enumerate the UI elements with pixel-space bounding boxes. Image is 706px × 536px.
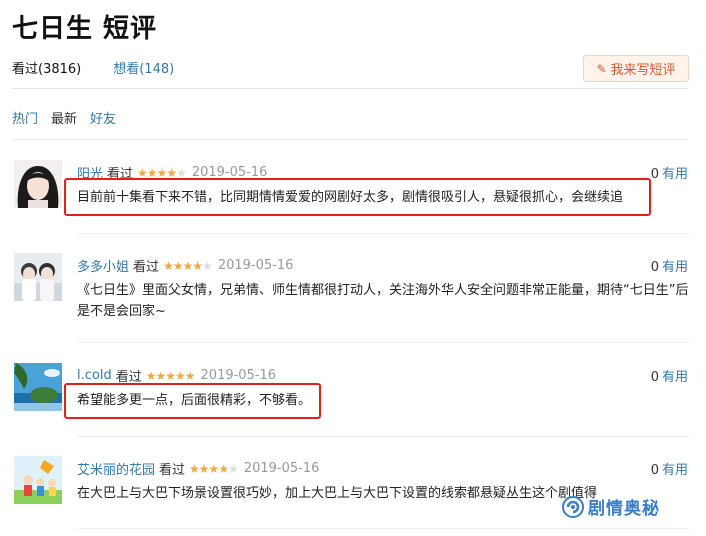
filter-hot[interactable]: 热门	[12, 108, 38, 127]
comment-date: 2019-05-16	[243, 461, 320, 476]
useful-button[interactable]: 有用	[662, 370, 688, 385]
useful-count: 0	[650, 463, 659, 478]
comment-divider	[77, 528, 689, 529]
sort-filters: 热门 最新 好友	[12, 108, 129, 127]
useful-button[interactable]: 有用	[662, 463, 688, 478]
avatar[interactable]	[14, 456, 62, 504]
watermark-text: 剧情奥秘	[588, 499, 660, 519]
tab-want-to-watch[interactable]: 想看(148)	[113, 58, 174, 82]
comment-user[interactable]: l.cold	[77, 368, 112, 383]
comment-divider	[77, 436, 689, 437]
filter-friends[interactable]: 好友	[90, 108, 116, 127]
highlight-box	[64, 383, 321, 419]
useful-count: 0	[650, 167, 659, 182]
comment-date: 2019-05-16	[200, 368, 277, 383]
comment-status: 看过	[133, 260, 160, 275]
useful-count: 0	[650, 260, 659, 275]
comment-tabs: 看过(3816) 想看(148)	[12, 58, 206, 82]
write-review-button[interactable]: ✎ 我来写短评	[583, 55, 689, 82]
tabs-divider	[12, 88, 688, 89]
useful-button[interactable]: 有用	[662, 260, 688, 275]
write-review-label: 我来写短评	[610, 63, 676, 78]
filter-latest[interactable]: 最新	[51, 108, 77, 127]
useful-count: 0	[650, 370, 659, 385]
comment-text: 《七日生》里面父女情，兄弟情、师生情都很打动人，关注海外华人安全问题非常正能量，…	[77, 283, 689, 319]
useful-button[interactable]: 有用	[662, 167, 688, 182]
useful-vote: 0 有用	[651, 163, 688, 182]
watermark: 剧情奥秘	[562, 494, 660, 519]
avatar[interactable]	[14, 253, 62, 301]
comment-meta: 多多小姐 看过 ★★★★★ 2019-05-16	[77, 256, 293, 275]
highlight-box	[64, 178, 651, 216]
comment-divider	[77, 233, 689, 234]
star-rating: ★★★★★	[163, 258, 213, 273]
avatar[interactable]	[14, 160, 62, 208]
comment-divider	[77, 342, 689, 343]
star-rating: ★★★★★	[189, 461, 239, 476]
pencil-icon: ✎	[596, 61, 607, 76]
filters-divider	[12, 139, 688, 140]
page-title: 七日生 短评	[12, 14, 158, 44]
comment-user[interactable]: 艾米丽的花园	[77, 459, 155, 478]
useful-vote: 0 有用	[651, 366, 688, 385]
avatar[interactable]	[14, 363, 62, 411]
useful-vote: 0 有用	[651, 459, 688, 478]
star-rating: ★★★★★	[145, 368, 196, 383]
useful-vote: 0 有用	[651, 256, 688, 275]
comment-status: 看过	[159, 463, 186, 478]
comment-user[interactable]: 多多小姐	[77, 256, 129, 275]
comment-text: 在大巴上与大巴下场景设置很巧妙，加上大巴上与大巴下设置的线索都悬疑丛生这个剧值得	[77, 486, 597, 501]
swirl-logo-icon	[562, 495, 584, 518]
tab-watched[interactable]: 看过(3816)	[12, 58, 81, 82]
comment-meta: 艾米丽的花园 看过 ★★★★★ 2019-05-16	[77, 459, 319, 478]
comment-date: 2019-05-16	[217, 258, 294, 273]
